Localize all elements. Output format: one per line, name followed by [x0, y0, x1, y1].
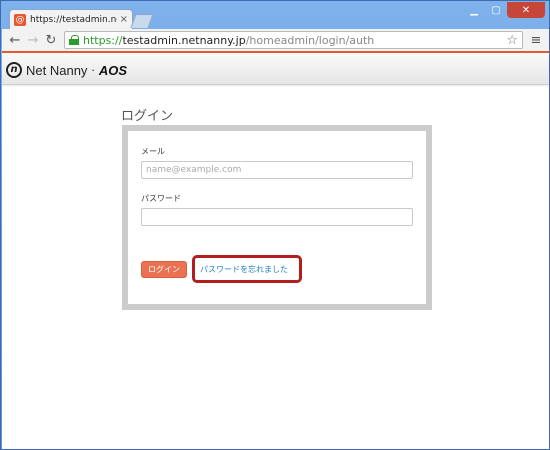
browser-window: @ https://testadmin.netn... × ▁ ▢ ✕ ← → … — [0, 0, 550, 450]
url-scheme: https:// — [83, 33, 123, 47]
site-header: n Net Nanny · AOS — [2, 51, 549, 85]
minimize-button[interactable]: ▁ — [463, 2, 485, 18]
star-icon[interactable]: ☆ — [506, 33, 518, 48]
logo-mark-icon: n — [6, 62, 22, 78]
tab-close-icon[interactable]: × — [120, 14, 128, 25]
tab-title: https://testadmin.netn... — [30, 14, 117, 25]
address-bar[interactable]: https:// testadmin.netnanny.jp /homeadmi… — [64, 31, 523, 49]
logo-partner: AOS — [98, 62, 128, 78]
email-label: メール — [141, 147, 165, 156]
reload-icon[interactable]: ↻ — [42, 31, 60, 49]
forgot-password-link[interactable]: パスワードを忘れました — [200, 264, 288, 275]
email-field[interactable] — [141, 161, 413, 179]
hamburger-menu-icon[interactable]: ≡ — [527, 31, 545, 49]
window-controls: ▁ ▢ ✕ — [463, 2, 545, 18]
logo-separator: · — [91, 63, 95, 77]
url-path: /homeadmin/login/auth — [245, 33, 375, 47]
page-viewport: n Net Nanny · AOS ログイン メール パスワード ログイン パス… — [2, 51, 549, 449]
forward-arrow-icon[interactable]: → — [24, 31, 42, 49]
login-button[interactable]: ログイン — [141, 261, 187, 278]
url-host: testadmin.netnanny.jp — [122, 33, 246, 47]
back-arrow-icon[interactable]: ← — [6, 31, 24, 49]
lock-icon — [69, 35, 79, 45]
netnanny-favicon-icon: @ — [14, 13, 26, 26]
browser-tab[interactable]: @ https://testadmin.netn... × — [9, 9, 133, 29]
password-label: パスワード — [141, 194, 181, 203]
new-tab-button[interactable] — [130, 14, 154, 28]
tab-strip: @ https://testadmin.netn... × ▁ ▢ ✕ — [1, 1, 550, 29]
browser-toolbar: ← → ↻ https:// testadmin.netnanny.jp /ho… — [2, 29, 549, 51]
page-title: ログイン — [121, 109, 174, 124]
login-panel: メール パスワード ログイン パスワードを忘れました — [122, 125, 432, 310]
password-field[interactable] — [141, 208, 413, 226]
maximize-button[interactable]: ▢ — [485, 2, 507, 18]
netnanny-logo[interactable]: n Net Nanny · AOS — [6, 62, 127, 78]
logo-brand: Net Nanny — [26, 62, 88, 78]
close-window-button[interactable]: ✕ — [507, 2, 545, 18]
forgot-password-highlight: パスワードを忘れました — [192, 255, 302, 283]
